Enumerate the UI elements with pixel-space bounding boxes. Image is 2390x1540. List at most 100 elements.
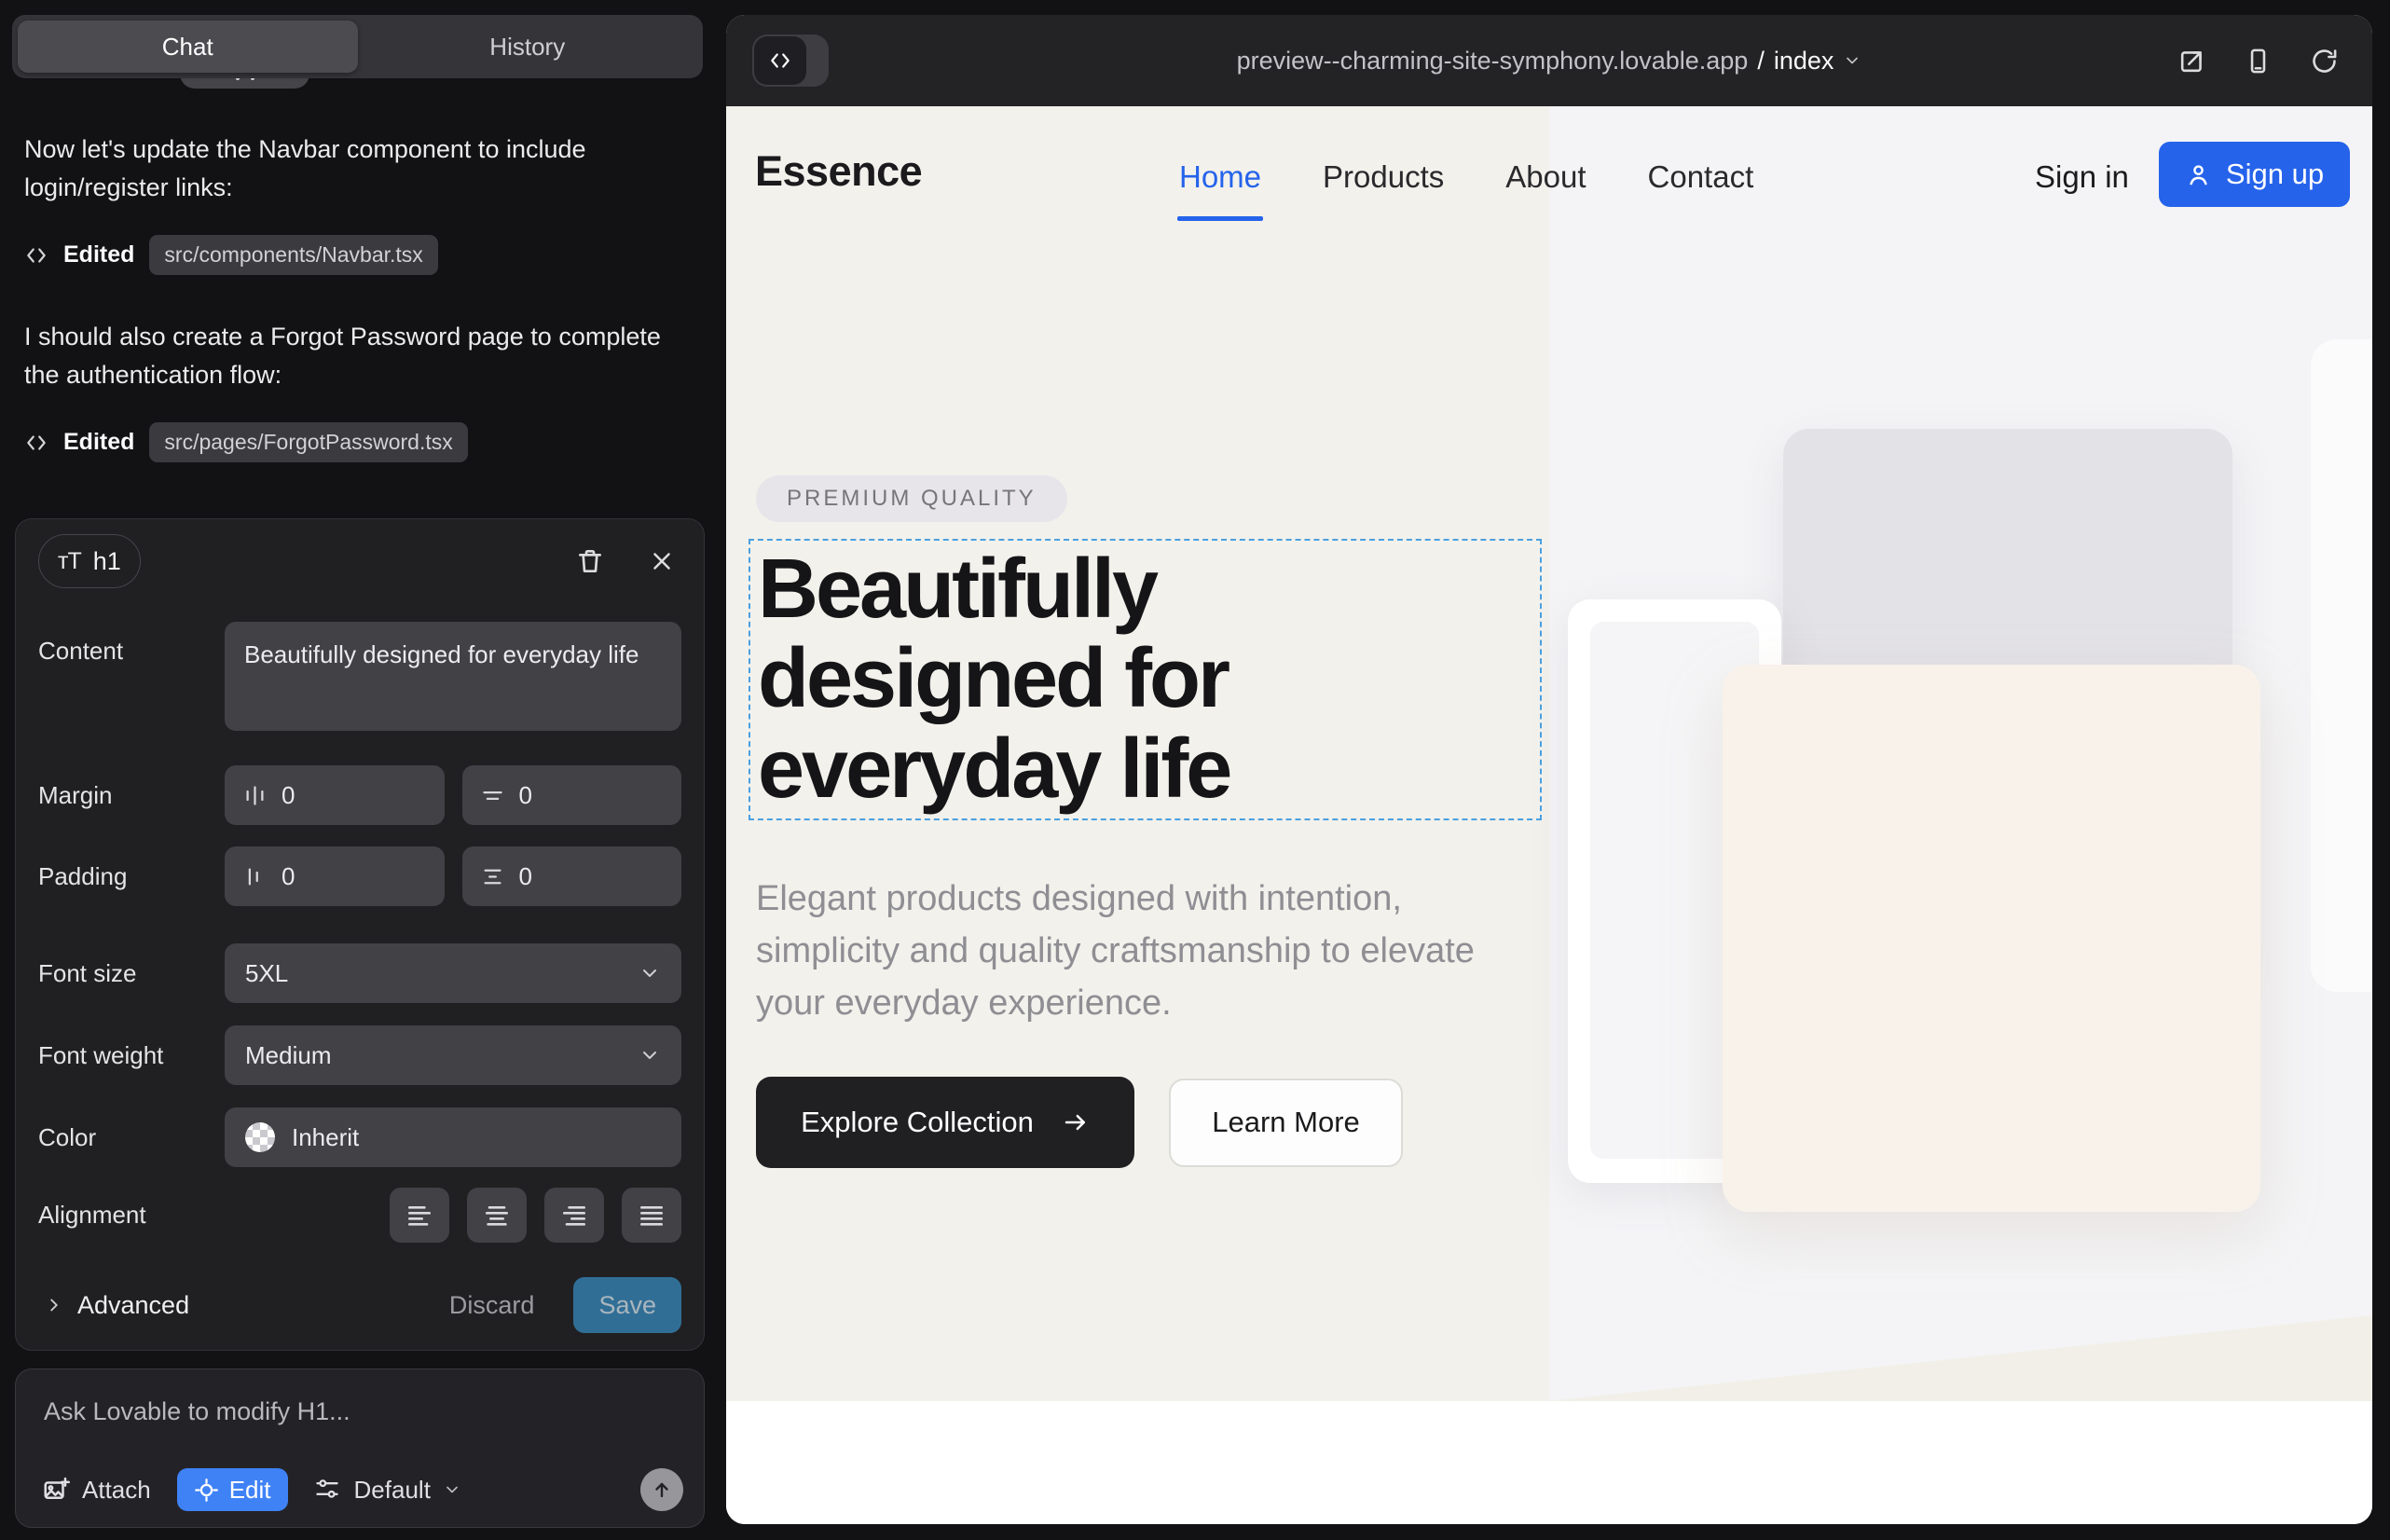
tab-chat[interactable]: Chat [18, 21, 358, 73]
chat-message: Now let's update the Navbar component to… [24, 131, 691, 207]
transparent-color-swatch [245, 1122, 275, 1152]
image-plus-icon [42, 1476, 70, 1504]
discard-button[interactable]: Discard [444, 1290, 541, 1321]
padding-x-input[interactable]: 0 [225, 846, 445, 906]
preview-window: preview--charming-site-symphony.lovable.… [726, 15, 2372, 1524]
site-nav-links: Home Products About Contact [1179, 106, 1753, 248]
color-value: Inherit [292, 1123, 661, 1152]
chat-message: I should also create a Forgot Password p… [24, 318, 691, 394]
app-root: Chat History Now let's update the Navbar… [0, 0, 2390, 1540]
hero-heading[interactable]: Beautifully designed for everyday life [750, 541, 1347, 814]
editor-header: тT h1 [38, 534, 681, 588]
edited-file-chip[interactable]: src/pages/ForgotPassword.tsx [149, 422, 467, 462]
margin-vertical-icon [480, 783, 505, 808]
sign-up-label: Sign up [2226, 158, 2324, 191]
content-label: Content [38, 637, 225, 666]
chevron-down-icon [639, 1044, 661, 1066]
url-separator: / [1757, 47, 1765, 76]
arrow-right-icon [1062, 1108, 1090, 1136]
open-in-new-tab-button[interactable] [2177, 47, 2206, 76]
content-input[interactable]: Beautifully designed for everyday life [225, 622, 681, 731]
padding-y-input[interactable]: 0 [462, 846, 682, 906]
premium-quality-badge: PREMIUM QUALITY [756, 475, 1067, 522]
edited-file-row: Edited src/pages/ForgotPassword.tsx [24, 422, 691, 462]
decor-white-rect [2311, 339, 2372, 992]
edited-label: Edited [63, 241, 134, 268]
url-breadcrumb[interactable]: preview--charming-site-symphony.lovable.… [726, 15, 2372, 106]
align-center-button[interactable] [467, 1188, 527, 1243]
align-right-button[interactable] [544, 1188, 604, 1243]
sign-up-button[interactable]: Sign up [2159, 142, 2350, 207]
edited-file-chip[interactable]: src/components/Navbar.tsx [149, 235, 437, 275]
hero-cta-row: Explore Collection Learn More [756, 1077, 1403, 1168]
margin-y-input[interactable]: 0 [462, 765, 682, 825]
font-size-label: Font size [38, 959, 225, 988]
align-left-button[interactable] [390, 1188, 449, 1243]
url-domain: preview--charming-site-symphony.lovable.… [1237, 47, 1749, 76]
edited-file-row: Edited src/components/Navbar.tsx [24, 235, 691, 275]
close-editor-button[interactable] [648, 547, 676, 575]
save-button[interactable]: Save [573, 1277, 681, 1333]
advanced-toggle[interactable]: Advanced [38, 1290, 195, 1321]
tab-history[interactable]: History [358, 21, 698, 73]
nav-link-products[interactable]: Products [1323, 159, 1444, 195]
target-icon [194, 1478, 219, 1503]
color-label: Color [38, 1123, 225, 1152]
alignment-buttons [225, 1188, 681, 1243]
element-editor-panel: тT h1 Content Beautifully designed for e… [15, 518, 705, 1351]
refresh-button[interactable] [2310, 47, 2339, 76]
padding-vertical-icon [480, 864, 505, 889]
padding-y-value: 0 [519, 862, 532, 891]
editor-footer: Advanced Discard Save [38, 1276, 681, 1334]
alignment-label: Alignment [38, 1201, 225, 1230]
font-size-value: 5XL [245, 959, 622, 988]
site-logo[interactable]: Essence [755, 147, 922, 196]
edit-label: Edit [229, 1476, 271, 1505]
padding-x-value: 0 [282, 862, 295, 891]
chevron-right-icon [44, 1295, 64, 1315]
edited-label: Edited [63, 429, 134, 456]
attach-label: Attach [82, 1476, 151, 1505]
sidebar-tabs: Chat History [12, 15, 703, 78]
url-page: index [1774, 47, 1834, 76]
margin-horizontal-icon [242, 783, 268, 808]
chevron-down-icon [1843, 51, 1861, 70]
learn-more-button[interactable]: Learn More [1169, 1079, 1403, 1167]
model-default-button[interactable]: Default [314, 1476, 461, 1505]
mobile-view-button[interactable] [2244, 47, 2273, 76]
color-select[interactable]: Inherit [225, 1107, 681, 1167]
font-weight-label: Font weight [38, 1041, 225, 1070]
code-icon [24, 431, 48, 455]
site-navbar: Essence Home Products About Contact Sign… [726, 106, 2372, 248]
attach-button[interactable]: Attach [42, 1476, 151, 1505]
code-icon [24, 243, 48, 268]
browser-actions [2177, 15, 2339, 106]
sign-in-link[interactable]: Sign in [2035, 106, 2129, 248]
typography-icon: тT [58, 548, 81, 575]
preview-browser-bar: preview--charming-site-symphony.lovable.… [726, 15, 2372, 106]
edit-mode-button[interactable]: Edit [177, 1468, 288, 1511]
margin-x-value: 0 [282, 781, 295, 810]
advanced-label: Advanced [77, 1291, 189, 1320]
explore-collection-button[interactable]: Explore Collection [756, 1077, 1134, 1168]
chat-messages: Now let's update the Navbar component to… [24, 131, 691, 462]
chevron-down-icon [639, 962, 661, 984]
selected-element-chip: тT h1 [38, 534, 141, 588]
sliders-icon [314, 1476, 342, 1504]
font-weight-value: Medium [245, 1041, 622, 1070]
font-size-select[interactable]: 5XL [225, 943, 681, 1003]
font-weight-select[interactable]: Medium [225, 1025, 681, 1085]
nav-link-home[interactable]: Home [1179, 159, 1261, 195]
delete-element-button[interactable] [575, 546, 605, 576]
margin-x-input[interactable]: 0 [225, 765, 445, 825]
chat-sidebar: Chat History Now let's update the Navbar… [0, 0, 725, 1540]
margin-y-value: 0 [519, 781, 532, 810]
composer-toolbar: Attach Edit Default [42, 1468, 683, 1511]
align-justify-button[interactable] [622, 1188, 681, 1243]
explore-collection-label: Explore Collection [801, 1106, 1034, 1139]
decor-cream-rect [1723, 665, 2260, 1212]
nav-link-about[interactable]: About [1505, 159, 1586, 195]
nav-link-contact[interactable]: Contact [1648, 159, 1754, 195]
send-button[interactable] [640, 1468, 683, 1511]
composer-input[interactable]: Ask Lovable to modify H1... [44, 1397, 676, 1426]
